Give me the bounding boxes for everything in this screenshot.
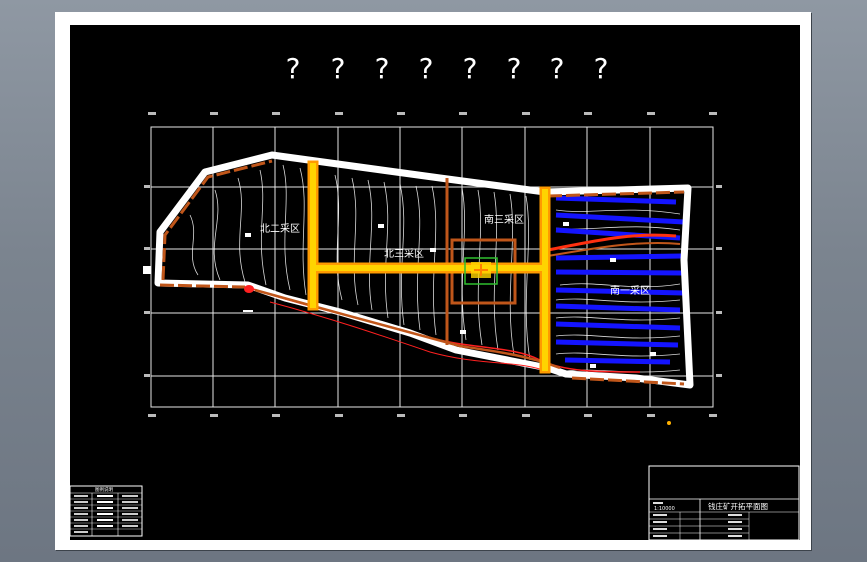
title-mark: ? [594,52,609,85]
title-mark: ? [375,52,390,85]
title-mark: ? [550,52,565,85]
legend-table: 图例说明 [69,485,143,537]
district-lines [445,178,517,345]
zone-label-center-north: 北三采区 [384,248,424,260]
drawing-scale: 1:10000 [654,506,675,512]
mine-plan-canvas: ? ? ? ? ? ? ? ? 北二采区 北三采区 南三采区 南一采区 图例说明… [69,52,800,541]
title-mark: ? [286,52,301,85]
legend-heading: 图例说明 [95,486,113,493]
zone-label-south-upper: 南三采区 [484,213,524,226]
drawing-title: 钱庄矿开拓平面图 [708,501,768,511]
title-marks: ? ? ? ? ? ? ? ? [286,52,609,85]
zone-label-south-lower: 南一采区 [610,284,650,297]
title-block: 钱庄矿开拓平面图 1:10000 [648,465,800,541]
title-mark: ? [507,52,522,85]
title-mark: ? [331,52,346,85]
zone-label-north: 北二采区 [260,223,300,235]
title-mark: ? [419,52,434,85]
title-mark: ? [463,52,478,85]
